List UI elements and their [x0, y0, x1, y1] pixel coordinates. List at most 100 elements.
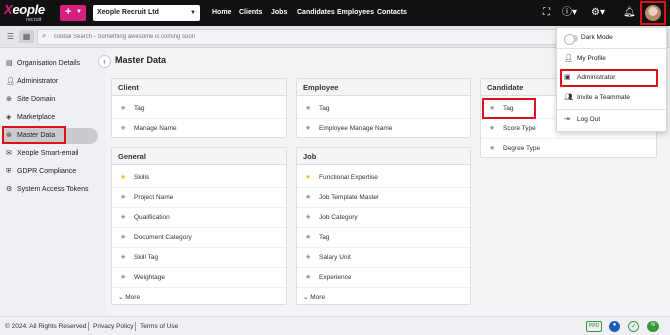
logo-sub: recruit — [26, 17, 42, 23]
list-item[interactable]: ★ Tag — [112, 99, 286, 119]
privacy-policy-link[interactable]: Privacy Policy — [93, 317, 133, 335]
list-view-button[interactable]: ☰ — [3, 30, 18, 43]
nav-candidates[interactable]: Candidates — [297, 0, 335, 26]
list-item[interactable]: ★ Tag — [297, 228, 470, 248]
copyright-text: © 2024. All Rights Reserved — [5, 323, 87, 330]
sidebar-item-access-tokens[interactable]: ⚙ System Access Tokens — [2, 182, 98, 198]
avatar[interactable] — [645, 5, 661, 21]
global-search[interactable]: ⌕ — [37, 29, 557, 45]
card-client: Client ★ Tag ★ Manage Name — [111, 78, 287, 138]
star-icon[interactable]: ★ — [120, 228, 126, 248]
nav-home[interactable]: Home — [212, 0, 231, 26]
check-icon[interactable]: ✓ — [628, 321, 639, 332]
list-item[interactable]: ★ Salary Unit — [297, 248, 470, 268]
star-icon[interactable]: ★ — [305, 119, 311, 139]
gear-icon[interactable]: ⚙▾ — [591, 6, 605, 20]
card-title: General — [112, 148, 286, 165]
ppd-badge[interactable]: PPD — [586, 321, 602, 332]
more-button[interactable]: ⌄ More — [118, 293, 140, 301]
card-title: Job — [297, 148, 470, 165]
divider — [88, 322, 89, 331]
menu-item-my-profile[interactable]: 👤︎ My Profile — [557, 51, 666, 67]
star-icon[interactable]: ★ — [305, 248, 311, 268]
terms-of-use-link[interactable]: Terms of Use — [140, 317, 178, 335]
search-icon: ⌕ — [42, 31, 47, 40]
list-item[interactable]: ★ Degree Type — [481, 139, 656, 159]
sidebar-item-site-domain[interactable]: ⊕ Site Domain — [2, 92, 98, 108]
card-title: Employee — [297, 79, 470, 96]
user-icon[interactable]: ● — [609, 321, 620, 332]
bell-icon[interactable]: 🔔︎ — [623, 6, 636, 20]
administrator-highlight — [560, 69, 658, 87]
star-icon[interactable]: ★ — [120, 208, 126, 228]
list-item[interactable]: ★ Skills — [112, 168, 286, 188]
list-item[interactable]: ★ Project Name — [112, 188, 286, 208]
star-icon[interactable]: ★ — [120, 99, 126, 119]
list-item[interactable]: ★ Qualification — [112, 208, 286, 228]
logout-icon: ⇥ — [564, 116, 570, 123]
sidebar-item-smart-email[interactable]: ✉ Xeople Smart-email — [2, 146, 98, 162]
wifi-icon[interactable]: ≋ — [647, 321, 659, 332]
list-item[interactable]: ★ Tag — [297, 99, 470, 119]
list-item[interactable]: ★ Skill Tag — [112, 248, 286, 268]
list-item[interactable]: ★ Functional Expertise — [297, 168, 470, 188]
star-icon[interactable]: ★ — [120, 248, 126, 268]
list-item[interactable]: ★ Document Category — [112, 228, 286, 248]
sidebar-item-marketplace[interactable]: ◈ Marketplace — [2, 110, 98, 126]
divider — [557, 48, 666, 49]
star-icon[interactable]: ★ — [305, 188, 311, 208]
star-icon[interactable]: ★ — [489, 139, 495, 159]
list-item[interactable]: ★ Experience — [297, 268, 470, 288]
menu-item-log-out[interactable]: ⇥ Log Out — [557, 112, 666, 128]
person-icon: 👤︎ — [564, 55, 573, 62]
mail-icon: ✉ — [6, 150, 12, 157]
star-icon[interactable]: ★ — [489, 119, 495, 139]
nav-jobs[interactable]: Jobs — [271, 0, 287, 26]
star-icon[interactable]: ★ — [305, 168, 311, 188]
tag-icon: ◈ — [6, 114, 12, 121]
star-icon[interactable]: ★ — [120, 119, 126, 139]
list-item[interactable]: ★ Employee Manage Name — [297, 119, 470, 139]
help-icon[interactable]: ⓘ▾ — [562, 6, 577, 20]
star-icon[interactable]: ★ — [120, 268, 126, 288]
more-button[interactable]: ⌄ More — [303, 293, 325, 301]
toggle-switch[interactable] — [564, 34, 578, 45]
expand-icon[interactable]: ⛶ — [543, 6, 550, 20]
globe-icon: ⊕ — [6, 96, 12, 103]
star-icon[interactable]: ★ — [305, 268, 311, 288]
card-general: General ★ Skills ★ Project Name ★ Qualifica… — [111, 147, 287, 305]
sidebar-item-organisation-details[interactable]: ▤ Organisation Details — [2, 56, 98, 72]
master-data-highlight — [2, 126, 66, 144]
menu-item-invite[interactable]: 👥︎ Invite a Teammate — [557, 90, 666, 106]
company-select[interactable]: Xeople Recruit Ltd ▼ — [93, 5, 200, 21]
chevron-down-icon: ⌄ — [118, 294, 124, 301]
candidate-tag-highlight — [482, 98, 536, 119]
star-icon[interactable]: ★ — [305, 208, 311, 228]
star-icon[interactable]: ★ — [120, 168, 126, 188]
quick-add-button[interactable]: + ▼ — [60, 5, 86, 21]
card-employee: Employee ★ Tag ★ Employee Manage Name — [296, 78, 471, 138]
star-icon[interactable]: ★ — [305, 228, 311, 248]
list-item[interactable]: ★ Job Template Master — [297, 188, 470, 208]
grid-view-button[interactable]: ▦ — [19, 30, 34, 43]
nav-contacts[interactable]: Contacts — [377, 0, 407, 26]
nav-clients[interactable]: Clients — [239, 0, 262, 26]
footer: © 2024. All Rights Reserved Privacy Poli… — [0, 316, 670, 335]
divider — [557, 109, 666, 110]
list-item[interactable]: ★ Job Category — [297, 208, 470, 228]
star-icon[interactable]: ★ — [120, 188, 126, 208]
list-item[interactable]: ★ Weightage — [112, 268, 286, 288]
xeople-logo[interactable]: Xeople recruit — [4, 2, 56, 24]
shield-icon: ⛨ — [6, 168, 12, 175]
user-menu-highlight[interactable] — [640, 1, 666, 25]
list-item[interactable]: ★ Manage Name — [112, 119, 286, 139]
sidebar-item-gdpr[interactable]: ⛨ GDPR Compliance — [2, 164, 98, 180]
star-icon[interactable]: ★ — [305, 99, 311, 119]
sidebar-item-administrator[interactable]: 👤︎ Administrator — [2, 74, 98, 90]
collapse-sidebar-button[interactable]: ‹ — [98, 55, 111, 68]
user-dropdown-menu: Dark Mode 👤︎ My Profile ▣ Administrator 👥︎… — [556, 27, 667, 132]
search-input[interactable] — [54, 30, 554, 44]
card-job: Job ★ Functional Expertise ★ Job Template … — [296, 147, 471, 305]
nav-employees[interactable]: Employees — [337, 0, 374, 26]
dark-mode-toggle[interactable]: Dark Mode — [557, 30, 666, 46]
